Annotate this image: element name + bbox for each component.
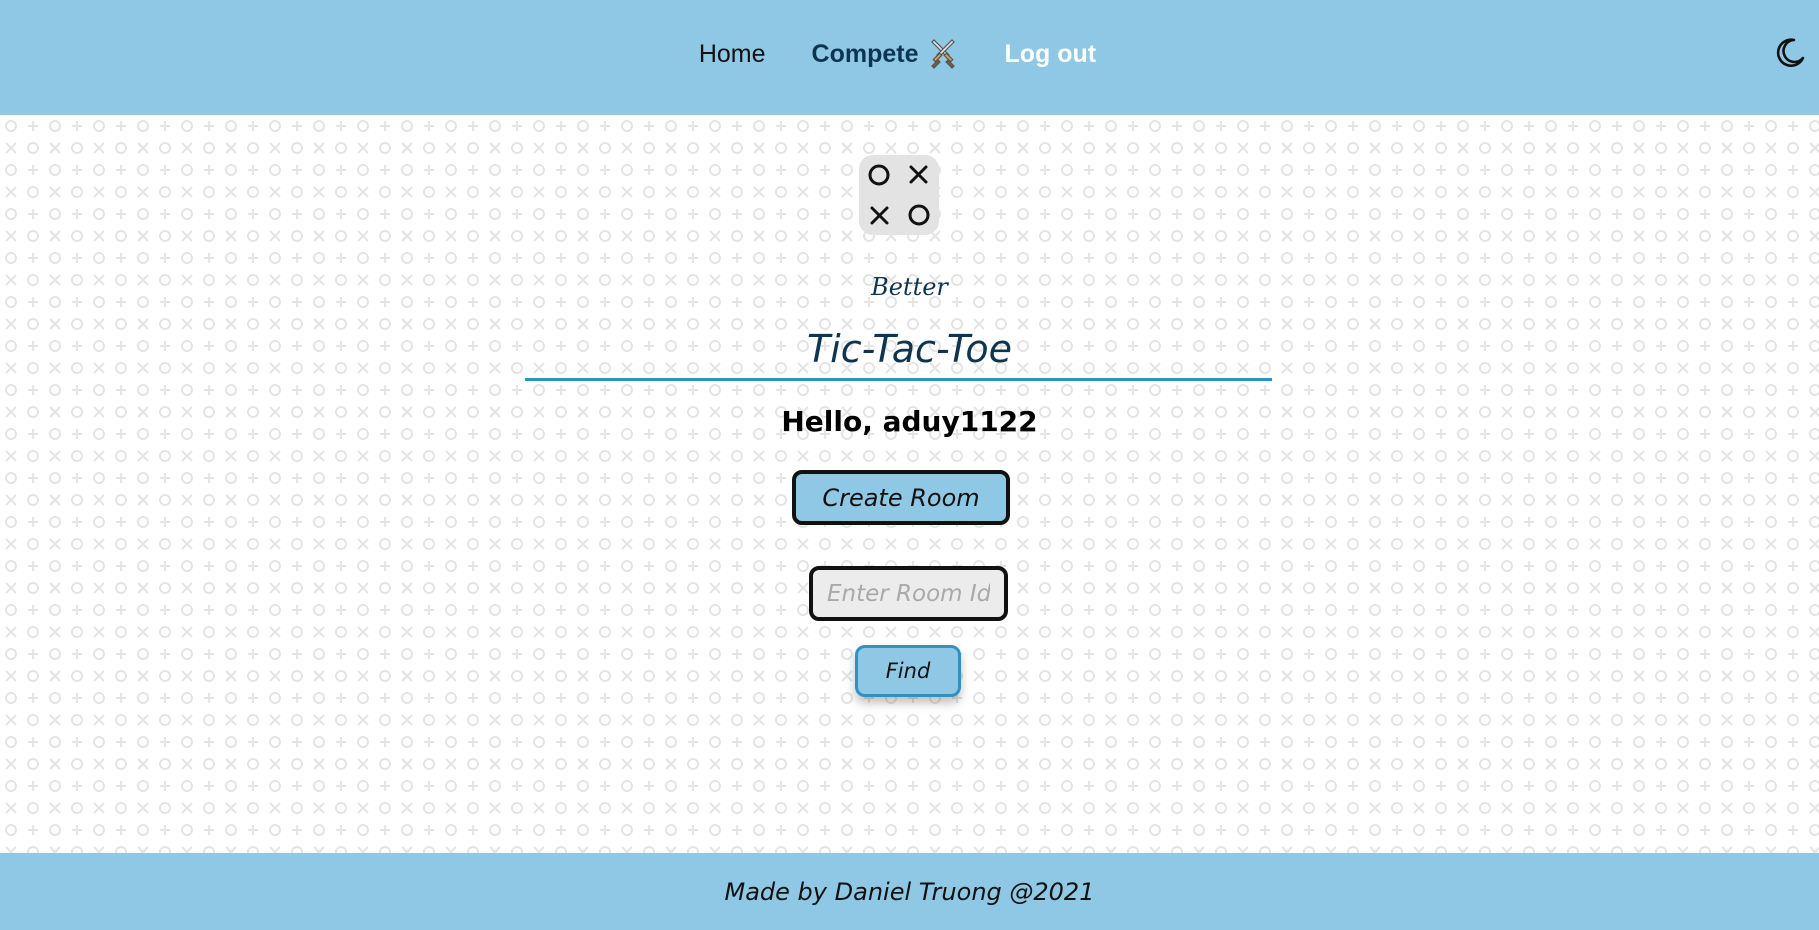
find-room-button[interactable]: Find (855, 645, 961, 697)
top-navbar: Home Compete Log out (0, 0, 1819, 115)
create-room-button[interactable]: Create Room (792, 470, 1010, 525)
find-label: Find (885, 659, 931, 683)
nav-logout-label: Log out (1004, 39, 1097, 68)
moon-icon[interactable] (1773, 36, 1807, 70)
nav-links: Home Compete Log out (0, 0, 1819, 108)
nav-compete-label: Compete (811, 39, 919, 68)
tic-tac-toe-logo-icon (859, 155, 939, 235)
title-underline (525, 378, 1272, 381)
nav-home-label: Home (698, 39, 766, 68)
page-title: Tic-Tac-Toe (806, 327, 1013, 371)
nav-logout-link[interactable]: Log out (1005, 40, 1097, 69)
nav-compete-link[interactable]: Compete (812, 38, 959, 70)
nav-home-link[interactable]: Home (699, 40, 766, 69)
create-room-label: Create Room (822, 483, 980, 512)
app-subtitle: Better (871, 273, 948, 301)
user-greeting: Hello, aduy1122 (781, 405, 1038, 438)
footer-credit: Made by Daniel Truong @2021 (724, 877, 1095, 906)
home-content: Better Tic-Tac-Toe Hello, aduy1122 Creat… (0, 115, 1819, 853)
room-id-input[interactable] (809, 566, 1008, 621)
main-area: Better Tic-Tac-Toe Hello, aduy1122 Creat… (0, 115, 1819, 853)
footer: Made by Daniel Truong @2021 (0, 853, 1819, 930)
crossed-swords-icon (930, 39, 955, 69)
